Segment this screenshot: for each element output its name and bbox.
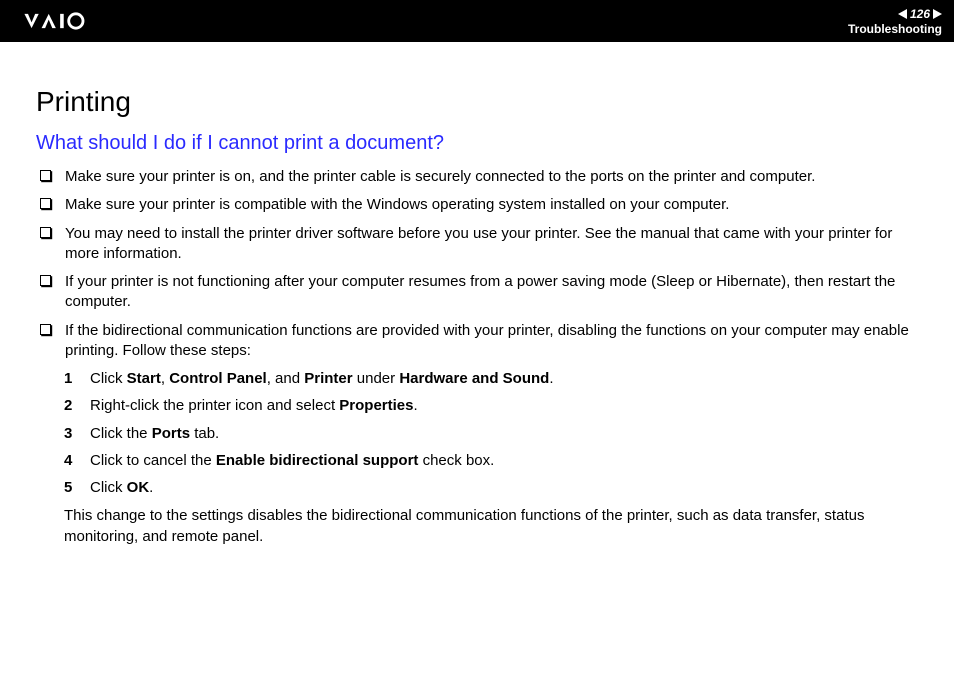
- next-page-icon[interactable]: [933, 9, 942, 19]
- step-item: 2 Right-click the printer icon and selec…: [64, 396, 918, 416]
- bullet-text: You may need to install the printer driv…: [65, 224, 918, 265]
- section-label: Troubleshooting: [848, 22, 942, 36]
- bullet-text: If the bidirectional communication funct…: [65, 321, 918, 362]
- bullet-icon: [40, 198, 51, 209]
- page-number: 126: [910, 7, 930, 21]
- step-item: 4 Click to cancel the Enable bidirection…: [64, 451, 918, 471]
- list-item: If your printer is not functioning after…: [40, 272, 918, 313]
- step-number: 3: [64, 424, 90, 444]
- step-item: 5 Click OK.: [64, 478, 918, 498]
- closing-paragraph: This change to the settings disables the…: [64, 506, 918, 547]
- list-item: You may need to install the printer driv…: [40, 224, 918, 265]
- step-item: 3 Click the Ports tab.: [64, 424, 918, 444]
- list-item: Make sure your printer is on, and the pr…: [40, 167, 918, 187]
- page-subtitle: What should I do if I cannot print a doc…: [36, 132, 918, 155]
- bullet-text: Make sure your printer is on, and the pr…: [65, 167, 918, 187]
- steps-list: 1 Click Start, Control Panel, and Printe…: [64, 369, 918, 498]
- bullet-icon: [40, 275, 51, 286]
- page-navigation: 126: [898, 7, 942, 21]
- bullet-text: If your printer is not functioning after…: [65, 272, 918, 313]
- bullet-icon: [40, 227, 51, 238]
- step-number: 4: [64, 451, 90, 471]
- prev-page-icon[interactable]: [898, 9, 907, 19]
- header-right: 126 Troubleshooting: [848, 7, 942, 36]
- list-item: Make sure your printer is compatible wit…: [40, 195, 918, 215]
- page-title: Printing: [36, 86, 918, 118]
- bullet-icon: [40, 324, 51, 335]
- step-item: 1 Click Start, Control Panel, and Printe…: [64, 369, 918, 389]
- step-text: Right-click the printer icon and select …: [90, 396, 918, 416]
- step-number: 2: [64, 396, 90, 416]
- step-number: 1: [64, 369, 90, 389]
- content-area: Printing What should I do if I cannot pr…: [0, 42, 954, 547]
- list-item: If the bidirectional communication funct…: [40, 321, 918, 362]
- step-text: Click Start, Control Panel, and Printer …: [90, 369, 918, 389]
- bullet-text: Make sure your printer is compatible wit…: [65, 195, 918, 215]
- vaio-logo: [18, 11, 128, 31]
- step-text: Click the Ports tab.: [90, 424, 918, 444]
- step-text: Click to cancel the Enable bidirectional…: [90, 451, 918, 471]
- bullet-icon: [40, 170, 51, 181]
- step-text: Click OK.: [90, 478, 918, 498]
- step-number: 5: [64, 478, 90, 498]
- header-bar: 126 Troubleshooting: [0, 0, 954, 42]
- bullet-list: Make sure your printer is on, and the pr…: [40, 167, 918, 361]
